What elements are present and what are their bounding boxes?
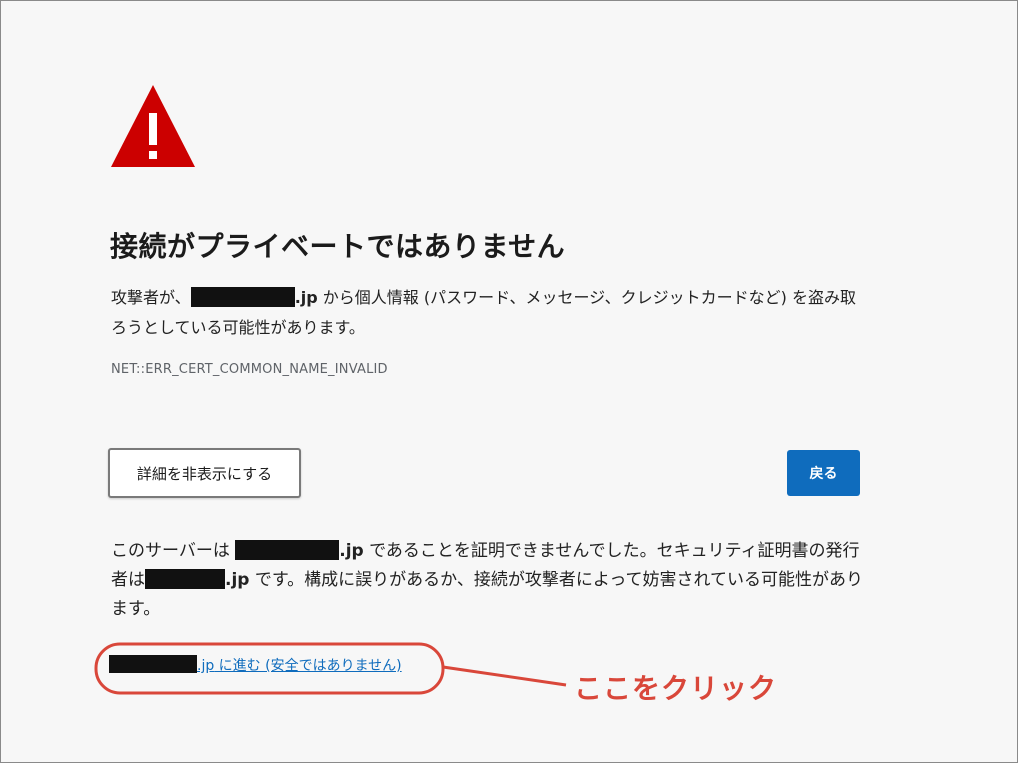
back-button[interactable]: 戻る [787, 450, 860, 496]
proceed-link-text: に進む (安全ではありません) [214, 658, 402, 674]
redacted-domain [190, 287, 295, 307]
redacted-domain [109, 655, 197, 673]
warning-triangle-icon [111, 85, 195, 167]
proceed-domain-suffix: .jp [197, 658, 215, 674]
domain-suffix: .jp [339, 541, 364, 561]
domain-suffix: .jp [225, 570, 250, 590]
details-part1: このサーバーは [111, 541, 236, 561]
annotation-pointer-line [442, 665, 567, 687]
proceed-container: .jp に進む (安全ではありません) [109, 655, 402, 675]
redacted-domain [235, 540, 340, 560]
description-prefix: 攻撃者が、 [111, 288, 191, 307]
annotation-label: ここをクリック [574, 672, 778, 705]
warning-description: 攻撃者が、 .jp から個人情報 (パスワード、メッセージ、クレジットカードなど)… [111, 283, 871, 343]
interstitial-page: 接続がプライベートではありません 攻撃者が、 .jp から個人情報 (パスワード、… [0, 0, 1018, 763]
certificate-details: このサーバーは .jp であることを証明できませんでした。セキュリティ証明書の発… [111, 537, 863, 624]
error-code: NET::ERR_CERT_COMMON_NAME_INVALID [111, 362, 388, 377]
page-title: 接続がプライベートではありません [110, 230, 566, 263]
redacted-domain [145, 569, 225, 589]
hide-details-button[interactable]: 詳細を非表示にする [108, 448, 301, 498]
proceed-unsafe-link[interactable]: .jp に進む (安全ではありません) [109, 655, 402, 674]
domain-suffix: .jp [294, 288, 318, 307]
